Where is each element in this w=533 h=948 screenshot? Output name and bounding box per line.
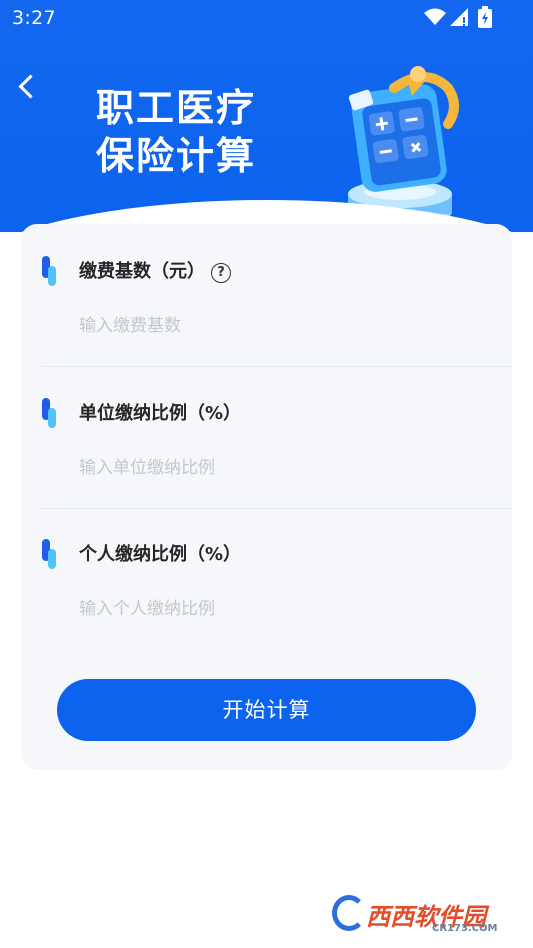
help-icon[interactable]: ?	[211, 263, 231, 283]
watermark-sub: CR173.COM	[432, 923, 498, 934]
watermark-logo-icon	[332, 895, 366, 931]
back-icon[interactable]	[18, 74, 43, 99]
field-label: 缴费基数（元）?	[79, 257, 231, 283]
divider	[42, 366, 512, 367]
field-marker-icon	[42, 256, 58, 286]
page-title: 职工医疗 保险计算	[96, 84, 256, 180]
contribution-base-input[interactable]	[79, 312, 499, 340]
field-label-text: 缴费基数（元）	[79, 261, 205, 282]
header: 3:27 职工医疗 保险计算	[0, 0, 533, 232]
wifi-icon	[424, 8, 446, 25]
employer-rate-input[interactable]	[79, 454, 499, 482]
divider	[42, 508, 512, 509]
status-time: 3:27	[12, 7, 56, 29]
field-marker-icon	[42, 398, 58, 428]
field-marker-icon	[42, 539, 58, 569]
field-label: 个人缴纳比例（%）	[79, 544, 242, 565]
watermark-logo: 西西软件园 CR173.COM	[332, 895, 512, 939]
signal-icon	[450, 8, 468, 26]
personal-rate-input[interactable]	[79, 595, 499, 623]
status-bar: 3:27	[0, 0, 533, 36]
field-label: 单位缴纳比例（%）	[79, 403, 242, 424]
start-calculate-button[interactable]: 开始计算	[57, 679, 476, 741]
page-title-line2: 保险计算	[96, 134, 257, 178]
battery-icon	[478, 6, 492, 28]
page-title-line1: 职工医疗	[96, 86, 257, 130]
